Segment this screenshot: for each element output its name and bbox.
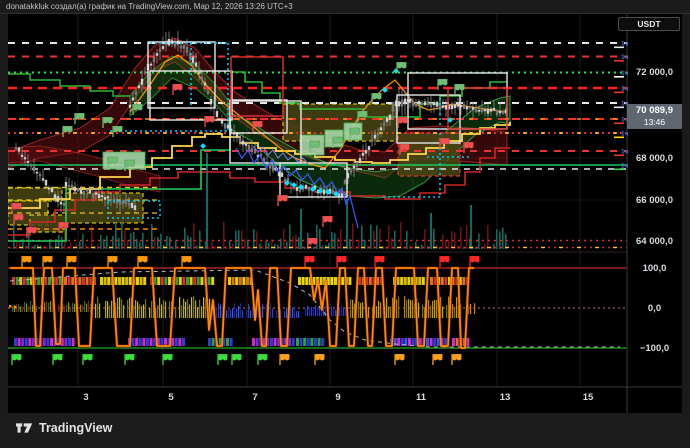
chart-area[interactable]: 1ч1ч1ч1ч1ч1ч1ч1ч1ч bbox=[8, 14, 682, 413]
price-label: 66 000,0 bbox=[627, 195, 682, 206]
current-price-box: 70 089,9 13:46 bbox=[627, 104, 682, 129]
current-price-value: 70 089,9 bbox=[627, 104, 682, 117]
time-label: 11 bbox=[406, 392, 436, 403]
tradingview-snapshot: donatakkluk создал(а) график на TradingV… bbox=[0, 0, 690, 448]
main-pane bbox=[8, 31, 627, 249]
tradingview-brand[interactable]: TradingView bbox=[16, 421, 112, 435]
attribution-text: donatakkluk создал(а) график на TradingV… bbox=[6, 2, 606, 13]
time-axis[interactable]: 3 5 7 9 11 13 15 bbox=[8, 387, 627, 413]
osc-label: 100,0 bbox=[627, 263, 682, 274]
osc-label: 0,0 bbox=[627, 303, 682, 314]
footer-bar: TradingView bbox=[0, 413, 690, 448]
time-label: 15 bbox=[573, 392, 603, 403]
time-label: 13 bbox=[490, 392, 520, 403]
price-label: 72 000,0 bbox=[627, 67, 682, 78]
chart-canvas[interactable]: 1ч1ч1ч1ч1ч1ч1ч1ч1ч bbox=[8, 14, 682, 413]
current-price-time: 13:46 bbox=[627, 117, 682, 128]
time-label: 3 bbox=[71, 392, 101, 403]
time-label: 7 bbox=[240, 392, 270, 403]
price-label: 64 000,0 bbox=[627, 236, 682, 247]
tradingview-logo-icon bbox=[16, 421, 33, 435]
price-axis[interactable]: 72 000,0 68 000,0 66 000,0 64 000,0 100,… bbox=[627, 14, 682, 387]
price-label: 68 000,0 bbox=[627, 153, 682, 164]
time-label: 5 bbox=[156, 392, 186, 403]
oscillator-pane bbox=[8, 256, 627, 365]
osc-label: −100,0 bbox=[627, 343, 682, 354]
brand-text: TradingView bbox=[39, 421, 112, 435]
time-label: 9 bbox=[323, 392, 353, 403]
